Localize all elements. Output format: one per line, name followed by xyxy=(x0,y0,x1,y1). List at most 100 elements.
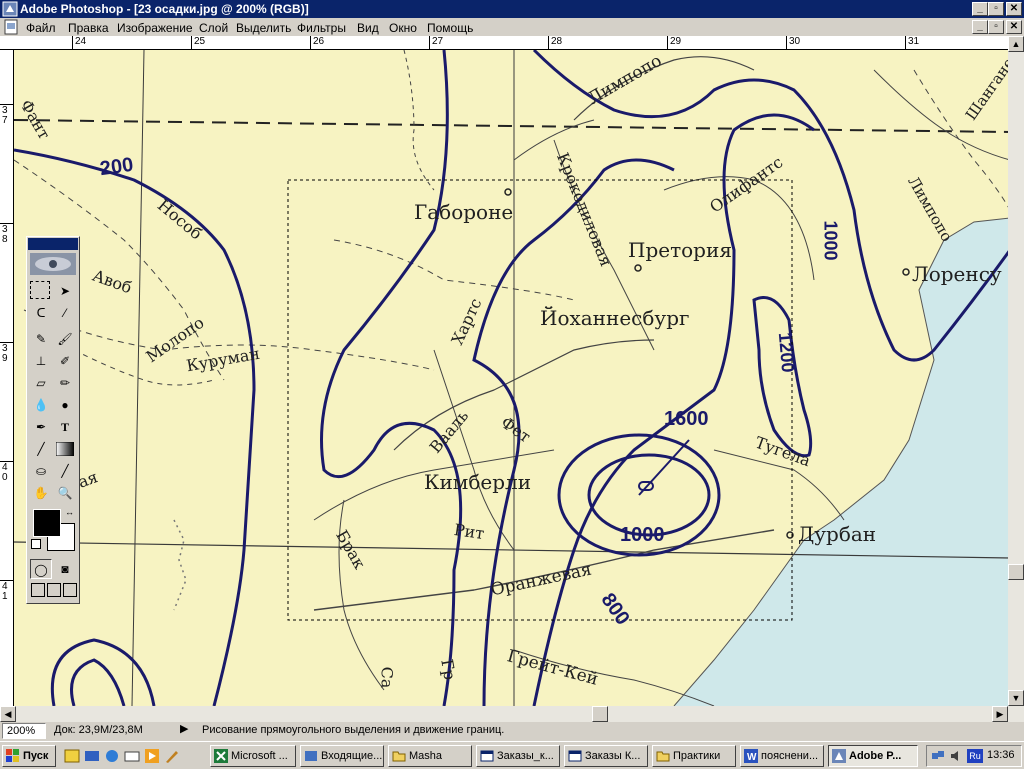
type-tool-icon[interactable]: T xyxy=(54,417,76,437)
ruler-label-31: 31 xyxy=(908,36,920,47)
quickmask-mode-icon[interactable]: ◙ xyxy=(54,559,76,579)
taskbar-btn-word[interactable]: W пояснени... xyxy=(740,745,824,767)
brush-tool-icon[interactable]: 🖌 xyxy=(54,329,76,349)
minimize-button[interactable]: _ xyxy=(972,2,988,16)
excel-icon xyxy=(214,749,228,763)
quicklaunch-media-icon[interactable] xyxy=(144,748,160,764)
taskbar-btn-inbox[interactable]: Входящие... xyxy=(300,745,384,767)
toolbox-titlebar[interactable] xyxy=(28,238,78,250)
quicklaunch-desktop-icon[interactable] xyxy=(84,748,100,764)
horizontal-scroll-thumb[interactable] xyxy=(592,706,608,722)
screen-mode-full-icon[interactable] xyxy=(63,583,77,597)
scroll-up-button[interactable]: ▲ xyxy=(1008,36,1024,52)
taskbar-btn-masha[interactable]: Masha xyxy=(388,745,472,767)
ruler-label-26: 26 xyxy=(313,36,325,47)
taskbar-btn-orders-k[interactable]: Заказы_к... xyxy=(476,745,560,767)
map-city-pretoria: Претория xyxy=(628,238,732,262)
measure-tool-icon[interactable]: ╱ xyxy=(30,439,52,459)
marquee-tool-icon[interactable] xyxy=(30,281,50,299)
toolbox-panel: ➤ ᑕ ⁄ ✎ 🖌 ⊥ ✐ ▱ ✏ 💧 ● ✒ T ╱ ⛀ ╱ ✋ 🔍 ↔ ◯ … xyxy=(26,236,80,604)
airbrush-tool-icon[interactable]: ✎ xyxy=(30,329,52,349)
quicklaunch-email-icon[interactable] xyxy=(124,748,140,764)
left-ruler[interactable]: 3 7 3 8 3 9 4 0 4 1 xyxy=(0,50,14,706)
taskbar-btn-label: Заказы К... xyxy=(585,750,641,762)
screen-mode-full-menu-icon[interactable] xyxy=(47,583,61,597)
scroll-down-button[interactable]: ▼ xyxy=(1008,690,1024,706)
vertical-scrollbar[interactable]: ▲ ▼ xyxy=(1008,36,1024,720)
inbox-icon xyxy=(304,749,318,763)
adobe-eye-icon[interactable] xyxy=(30,253,76,275)
taskbar-btn-excel[interactable]: Microsoft ... xyxy=(210,745,296,767)
window-title: Adobe Photoshop - [23 осадки.jpg @ 200% … xyxy=(20,2,309,16)
ruler-label-39: 3 9 xyxy=(2,343,8,364)
blur-tool-icon[interactable]: 💧 xyxy=(30,395,52,415)
hand-tool-icon[interactable]: ✋ xyxy=(30,483,52,503)
menu-edit[interactable]: Правка xyxy=(68,21,109,35)
doc-restore-button[interactable]: ▫ xyxy=(988,20,1004,34)
doc-close-button[interactable]: ✕ xyxy=(1006,20,1022,34)
quicklaunch-ie-icon[interactable] xyxy=(104,748,120,764)
svg-text:W: W xyxy=(747,752,757,763)
swap-colors-icon[interactable]: ↔ xyxy=(65,507,74,517)
history-brush-tool-icon[interactable]: ✐ xyxy=(54,351,76,371)
zoom-tool-icon[interactable]: 🔍 xyxy=(54,483,76,503)
menu-select[interactable]: Выделить xyxy=(236,21,291,35)
status-arrow-icon[interactable]: ▶ xyxy=(180,722,188,735)
scroll-left-button[interactable]: ◀ xyxy=(0,706,16,722)
zoom-level-field[interactable]: 200% xyxy=(2,723,46,739)
isohyet-label-1000-north: 1000 xyxy=(820,220,841,261)
paint-bucket-tool-icon[interactable]: ⛀ xyxy=(30,461,52,481)
folder-icon xyxy=(392,749,406,763)
horizontal-scrollbar[interactable]: ◀ ▶ xyxy=(0,706,1024,722)
menu-bar: Файл Правка Изображение Слой Выделить Фи… xyxy=(0,18,1024,36)
menu-window[interactable]: Окно xyxy=(389,21,417,35)
gradient-tool-icon[interactable] xyxy=(54,439,76,459)
dodge-tool-icon[interactable]: ● xyxy=(54,395,76,415)
taskbar-btn-photoshop[interactable]: Adobe P... xyxy=(828,745,918,767)
pencil-tool-icon[interactable]: ✏ xyxy=(54,373,76,393)
menu-file[interactable]: Файл xyxy=(26,21,56,35)
document-icon[interactable] xyxy=(3,19,19,35)
screen-mode-standard-icon[interactable] xyxy=(31,583,45,597)
menu-filters[interactable]: Фильтры xyxy=(297,21,346,35)
ruler-label-41: 4 1 xyxy=(2,581,8,602)
magic-wand-tool-icon[interactable]: ⁄ xyxy=(54,303,76,323)
start-button[interactable]: Пуск xyxy=(2,745,56,767)
foreground-color-swatch-front xyxy=(33,509,61,537)
stamp-tool-icon[interactable]: ⊥ xyxy=(30,351,52,371)
isohyet-label-200: 200 xyxy=(98,153,135,181)
default-colors-icon[interactable] xyxy=(31,539,41,549)
menu-layer[interactable]: Слой xyxy=(199,21,228,35)
eyedropper-tool-icon[interactable]: ╱ xyxy=(54,461,76,481)
lasso-tool-icon[interactable]: ᑕ xyxy=(30,303,52,323)
eraser-tool-icon[interactable]: ▱ xyxy=(30,373,52,393)
map-city-lourenco: Лоренсу xyxy=(912,262,1002,286)
taskbar-btn-practices[interactable]: Практики xyxy=(652,745,736,767)
quicklaunch-outlook-icon[interactable] xyxy=(64,748,80,764)
scroll-right-button[interactable]: ▶ xyxy=(992,706,1008,722)
isohyet-label-1600: 1600 xyxy=(664,408,709,430)
status-hint: Рисование прямоугольного выделения и дви… xyxy=(202,724,505,736)
menu-image[interactable]: Изображение xyxy=(117,21,193,35)
move-tool-icon[interactable]: ➤ xyxy=(54,281,76,301)
top-ruler[interactable]: 24 25 26 27 28 29 30 31 xyxy=(0,36,1008,50)
document-canvas[interactable]: Габороне Претория Йоханнесбург Кимберли … xyxy=(14,50,1010,706)
standard-mode-icon[interactable]: ◯ xyxy=(30,559,52,579)
photoshop-app-icon[interactable] xyxy=(2,1,18,17)
close-button[interactable]: ✕ xyxy=(1006,2,1022,16)
vertical-scroll-thumb[interactable] xyxy=(1008,564,1024,580)
taskbar-btn-label: пояснени... xyxy=(761,750,819,762)
language-indicator[interactable]: Ru xyxy=(967,749,983,763)
network-icon[interactable] xyxy=(931,749,945,763)
menu-help[interactable]: Помощь xyxy=(427,21,473,35)
clock[interactable]: 13:36 xyxy=(987,749,1015,761)
menu-view[interactable]: Вид xyxy=(357,21,379,35)
pen-tool-icon[interactable]: ✒ xyxy=(30,417,52,437)
volume-icon[interactable] xyxy=(949,749,963,763)
isohyet-label-1200: 1200 xyxy=(774,331,799,374)
quicklaunch-pen-icon[interactable] xyxy=(164,748,180,764)
taskbar-btn-orders-K[interactable]: Заказы К... xyxy=(564,745,648,767)
restore-button[interactable]: ▫ xyxy=(988,2,1004,16)
doc-minimize-button[interactable]: _ xyxy=(972,20,988,34)
taskbar-btn-label: Adobe P... xyxy=(849,750,902,762)
